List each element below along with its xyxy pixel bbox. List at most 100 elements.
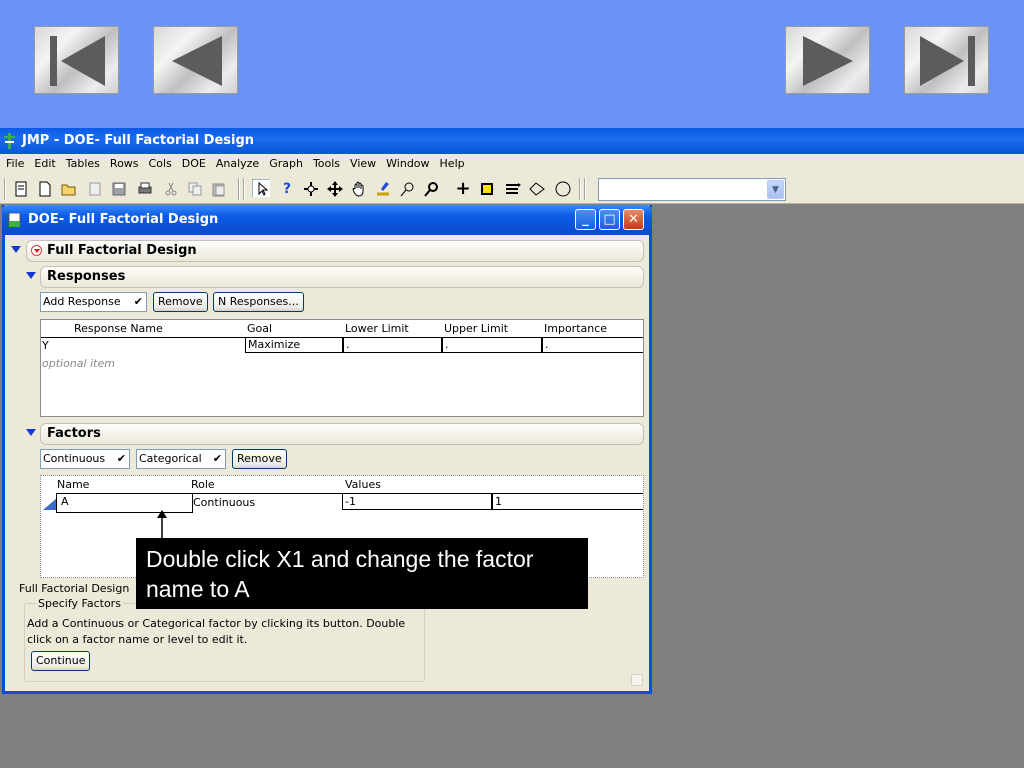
- column-header-goal: Goal: [247, 322, 273, 335]
- print-icon[interactable]: [136, 180, 154, 198]
- first-slide-button[interactable]: [34, 26, 119, 94]
- import-icon[interactable]: [86, 180, 104, 198]
- copy-icon[interactable]: [186, 180, 204, 198]
- move-tool-icon[interactable]: [326, 180, 344, 198]
- upper-limit-cell[interactable]: .: [442, 337, 542, 353]
- factors-outline: Factors: [40, 423, 644, 445]
- next-slide-button[interactable]: [785, 26, 870, 94]
- menu-rows[interactable]: Rows: [104, 154, 143, 174]
- response-name-cell[interactable]: Y: [42, 338, 49, 353]
- crosshair-tool-icon[interactable]: +: [454, 180, 472, 198]
- factor-value-high-cell[interactable]: 1: [492, 494, 643, 510]
- menu-cols[interactable]: Cols: [143, 154, 176, 174]
- factor-role-cell: Continuous: [193, 496, 256, 509]
- disclosure-icon[interactable]: [11, 246, 21, 253]
- add-continuous-dropdown[interactable]: Continuous ✔: [40, 449, 130, 469]
- maximize-icon: □: [603, 212, 616, 227]
- simple-shape-tool-icon[interactable]: [554, 180, 572, 198]
- polygon-tool-icon[interactable]: [528, 180, 546, 198]
- close-icon: ✕: [628, 212, 639, 227]
- menu-doe[interactable]: DOE: [176, 154, 210, 174]
- menu-graph[interactable]: Graph: [263, 154, 307, 174]
- specify-factors-instructions: Add a Continuous or Categorical factor b…: [27, 617, 406, 646]
- cut-icon[interactable]: [162, 180, 180, 198]
- resize-grip[interactable]: [631, 674, 643, 686]
- column-header-importance: Importance: [544, 322, 608, 335]
- arrow-tool-icon[interactable]: [252, 179, 270, 197]
- n-responses-label: N Responses...: [218, 295, 299, 308]
- maximize-button[interactable]: □: [599, 209, 620, 230]
- factor-name-cell[interactable]: A: [56, 493, 193, 513]
- instruction-callout: Double click X1 and change the factor na…: [136, 538, 588, 609]
- column-header-response-name: Response Name: [74, 322, 163, 335]
- selection-tool-icon[interactable]: [302, 180, 320, 198]
- responses-outline: Responses: [40, 266, 644, 288]
- back-icon: [172, 36, 222, 86]
- remove-label: Remove: [158, 295, 203, 308]
- annotate-tool-icon[interactable]: [478, 180, 496, 198]
- toolbar-selector[interactable]: ▼: [598, 178, 786, 201]
- new-data-table-icon[interactable]: [12, 180, 30, 198]
- open-folder-icon[interactable]: [60, 180, 78, 198]
- disclosure-icon[interactable]: [26, 429, 36, 436]
- column-header-role: Role: [191, 478, 215, 491]
- callout-arrow-icon: [157, 510, 167, 540]
- lasso-tool-icon[interactable]: [398, 180, 416, 198]
- chevron-down-icon: ✔: [133, 295, 143, 308]
- new-file-icon[interactable]: [36, 180, 54, 198]
- responses-table: Response Name Goal Lower Limit Upper Lim…: [40, 319, 644, 417]
- play-forward-icon: [803, 36, 853, 86]
- chevron-down-icon: ✔: [116, 452, 126, 465]
- menu-help[interactable]: Help: [434, 154, 469, 174]
- minimize-button[interactable]: _: [575, 209, 596, 230]
- doe-titlebar: DOE- Full Factorial Design _ □ ✕: [2, 205, 652, 235]
- continuous-label: Continuous: [43, 452, 106, 465]
- menu-tables[interactable]: Tables: [60, 154, 104, 174]
- callout-text: Double click X1 and change the factor na…: [146, 546, 534, 602]
- menu-window[interactable]: Window: [380, 154, 433, 174]
- magnifier-tool-icon[interactable]: [422, 180, 440, 198]
- save-icon[interactable]: [110, 180, 128, 198]
- paste-icon[interactable]: [210, 180, 228, 198]
- column-header-values: Values: [345, 478, 381, 491]
- toolbar-separator: [579, 178, 581, 200]
- app-title: JMP - DOE- Full Factorial Design: [22, 133, 255, 148]
- last-slide-button[interactable]: [904, 26, 989, 94]
- factors-heading: Factors: [47, 426, 101, 441]
- add-response-label: Add Response: [43, 295, 121, 308]
- chevron-down-icon[interactable]: ▼: [767, 180, 784, 199]
- importance-cell[interactable]: .: [542, 337, 643, 353]
- lower-limit-cell[interactable]: .: [343, 337, 442, 353]
- remove-response-button[interactable]: Remove: [153, 292, 208, 312]
- brush-tool-icon[interactable]: [374, 180, 392, 198]
- add-categorical-dropdown[interactable]: Categorical ✔: [136, 449, 226, 469]
- goal-cell[interactable]: Maximize: [245, 337, 343, 353]
- jmp-app-icon: [4, 133, 15, 149]
- column-header-upper-limit: Upper Limit: [444, 322, 509, 335]
- menu-file[interactable]: File: [0, 154, 28, 174]
- previous-slide-button[interactable]: [153, 26, 238, 94]
- disclosure-icon[interactable]: [26, 272, 36, 279]
- menu-tools[interactable]: Tools: [307, 154, 344, 174]
- add-response-dropdown[interactable]: Add Response ✔: [40, 292, 147, 312]
- menu-edit[interactable]: Edit: [28, 154, 59, 174]
- red-triangle-menu-icon[interactable]: [31, 245, 42, 256]
- menu-analyze[interactable]: Analyze: [210, 154, 263, 174]
- factor-value-low-cell[interactable]: -1: [342, 494, 492, 510]
- line-tool-icon[interactable]: [504, 180, 522, 198]
- help-tool-icon[interactable]: ?: [278, 180, 296, 198]
- doe-window-icon: [8, 213, 21, 227]
- grabber-hand-icon[interactable]: [350, 180, 368, 198]
- remove-factor-button[interactable]: Remove: [232, 449, 287, 469]
- toolbar: ? +: [0, 174, 1024, 204]
- continue-button[interactable]: Continue: [31, 651, 91, 671]
- menu-view[interactable]: View: [344, 154, 380, 174]
- column-header-lower-limit: Lower Limit: [345, 322, 409, 335]
- optional-item-hint: optional item: [42, 357, 115, 370]
- menubar: File Edit Tables Rows Cols DOE Analyze Graph Too…: [0, 154, 1024, 174]
- specify-factors-legend: Specify Factors: [36, 597, 123, 610]
- skip-back-icon: [50, 36, 105, 86]
- close-button[interactable]: ✕: [623, 209, 644, 230]
- n-responses-button[interactable]: N Responses...: [213, 292, 304, 312]
- app-titlebar: JMP - DOE- Full Factorial Design: [0, 128, 1024, 154]
